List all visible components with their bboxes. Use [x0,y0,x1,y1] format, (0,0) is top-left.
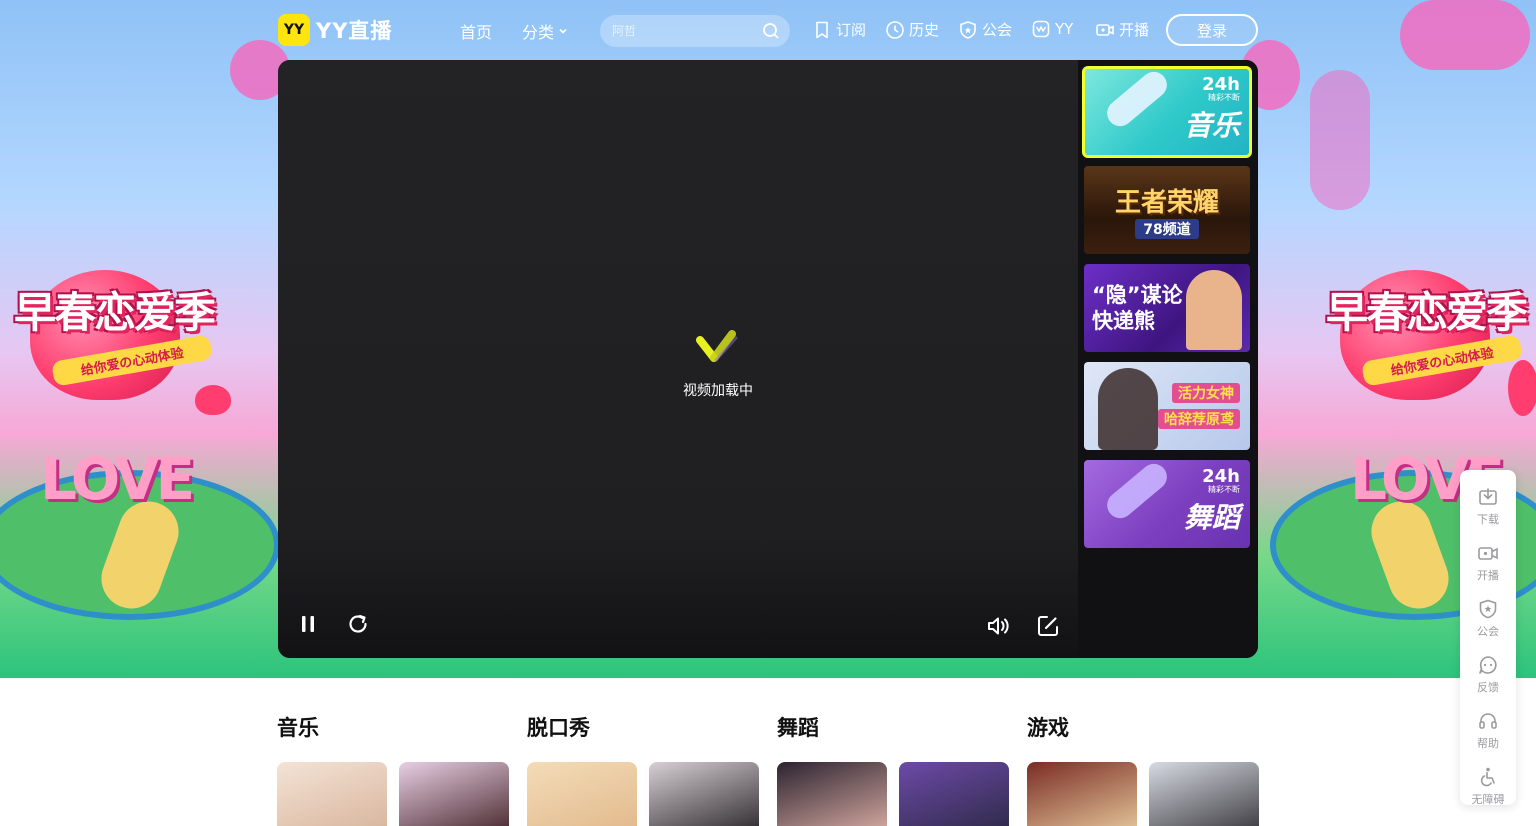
search-input[interactable] [612,24,762,38]
live-card[interactable] [527,762,637,826]
login-button[interactable]: 登录 [1166,14,1258,46]
small-heart-right [1508,360,1536,416]
campaign-title-left: 早春恋爱季 [13,288,216,337]
channel-badge-sub: 精彩不断 [1208,485,1240,494]
float-broadcast-label: 开播 [1477,568,1499,582]
channel-title: “隐”谋论 快递熊 [1092,283,1183,333]
video-camera-icon [1478,546,1498,560]
edit-icon [1038,616,1058,636]
subscribe-label: 订阅 [836,21,867,39]
music-instrument-art [1101,68,1173,132]
accessibility-icon [1480,767,1495,786]
float-accessibility[interactable]: 无障碍 [1460,758,1516,814]
dance-instrument-art [1101,460,1173,524]
channel-title: 音乐 [1183,109,1240,142]
section-title-dance[interactable]: 舞蹈 [777,712,819,742]
float-accessibility-label: 无障碍 [1471,792,1505,806]
shield-icon [960,20,976,39]
search-box [600,15,790,47]
channel-subtitle: 78频道 [1135,218,1199,239]
nav-category-label: 分类 [522,23,555,42]
love-text-left: LOVE [40,445,195,513]
shield-icon [1479,599,1497,618]
guild-label: 公会 [982,21,1013,39]
host-avatar-art [1186,270,1242,350]
download-icon [1479,487,1497,505]
decor-ribbon-right [1310,70,1370,210]
channel-thumb-bear[interactable]: “隐”谋论 快递熊 [1084,264,1250,352]
float-help-label: 帮助 [1477,736,1499,750]
float-feedback[interactable]: 反馈 [1460,646,1516,702]
nav-home[interactable]: 首页 [460,19,492,43]
live-card[interactable] [399,762,509,826]
broadcast-label: 开播 [1119,21,1150,39]
bookmark-icon [816,21,828,38]
yy-logo[interactable]: YY YY直播 [278,14,392,46]
yy-label: YY [1055,20,1074,38]
volume-icon [988,617,1009,635]
headset-icon [1479,712,1497,729]
history-link[interactable]: 历史 [885,19,939,40]
live-card[interactable] [649,762,759,826]
channel-list: 24h 精彩不断 音乐 王者荣耀 78频道 “隐”谋论 快递熊 活力女神 哈辞荐… [1078,60,1258,658]
section-title-game[interactable]: 游戏 [1027,712,1069,742]
loading-indicator: 视频加载中 [668,328,768,400]
float-feedback-label: 反馈 [1477,680,1499,694]
section-title-talkshow[interactable]: 脱口秀 [527,712,590,742]
section-title-music[interactable]: 音乐 [277,712,319,742]
clock-icon [886,20,904,39]
live-card[interactable] [1027,762,1137,826]
top-header: YY YY直播 首页 分类 订阅 历史 公会 YY 开播 登录 [0,0,1536,60]
channel-badge-sub: 精彩不断 [1208,93,1240,102]
volume-button[interactable] [984,612,1012,640]
small-heart-left [195,385,231,415]
channel-thumb-honor[interactable]: 王者荣耀 78频道 [1084,166,1250,254]
channel-thumb-dance[interactable]: 24h 精彩不断 舞蹈 [1084,460,1250,548]
float-download-label: 下载 [1477,512,1499,526]
host-avatar-art [1098,368,1158,450]
live-card[interactable] [899,762,1009,826]
live-card[interactable] [777,762,887,826]
channel-title: 活力女神 [1172,383,1240,403]
video-area[interactable]: 视频加载中 [278,60,1078,658]
feedback-icon [1479,655,1497,674]
channel-title: 舞蹈 [1183,501,1240,534]
float-guild-label: 公会 [1477,624,1499,638]
popout-button[interactable] [1034,612,1062,640]
refresh-icon [349,614,367,633]
search-icon[interactable] [762,22,780,40]
logo-badge: YY [278,14,310,46]
live-card[interactable] [277,762,387,826]
pause-icon [302,616,314,632]
subscribe-link[interactable]: 订阅 [812,19,866,40]
logo-text: YY直播 [316,19,393,43]
float-help[interactable]: 帮助 [1460,702,1516,758]
yy-link[interactable]: YY [1031,19,1073,39]
channel-badge: 24h 精彩不断 [1202,74,1240,103]
float-download[interactable]: 下载 [1460,478,1516,534]
guild-link[interactable]: 公会 [958,19,1012,40]
broadcast-link[interactable]: 开播 [1095,19,1149,40]
yy-loading-icon [696,330,738,362]
channel-thumb-goddess[interactable]: 活力女神 哈辞荐原鸢 [1084,362,1250,450]
loading-text: 视频加载中 [683,383,753,399]
live-player: 视频加载中 24h 精彩不断 音乐 王者荣耀 78频道 “隐”谋论 快递熊 活力… [278,60,1258,658]
yy-app-icon [1032,20,1050,38]
channel-badge: 24h 精彩不断 [1202,466,1240,495]
live-card[interactable] [1149,762,1259,826]
channel-title: 王者荣耀 [1114,187,1219,218]
float-broadcast[interactable]: 开播 [1460,534,1516,590]
refresh-button[interactable] [344,610,372,638]
float-guild[interactable]: 公会 [1460,590,1516,646]
history-label: 历史 [909,21,940,39]
nav-category[interactable]: 分类 [522,19,568,43]
campaign-title-right: 早春恋爱季 [1325,288,1528,337]
chevron-down-icon [559,28,567,34]
channel-subtitle: 哈辞荐原鸢 [1158,409,1240,429]
channel-thumb-music[interactable]: 24h 精彩不断 音乐 [1082,66,1252,158]
pause-button[interactable] [294,610,322,638]
video-camera-icon [1096,23,1114,36]
float-toolbar: 下载 开播 公会 反馈 帮助 无障碍 [1460,470,1516,806]
